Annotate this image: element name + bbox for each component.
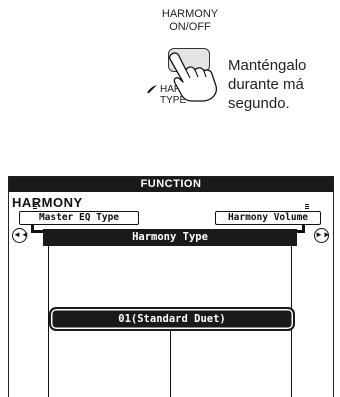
tab-master-eq-type[interactable]: Master EQ Type (19, 211, 139, 225)
rewind-arrow-icon[interactable]: ◄◄ (12, 228, 29, 243)
caption-line-1: HARMONY (161, 8, 219, 20)
brush-stroke-icon (147, 85, 157, 93)
instruction-line-3: segundo. (228, 95, 290, 112)
forward-arrow-icon[interactable]: ►► (314, 228, 331, 243)
pressing-hand-icon (168, 52, 218, 102)
tick-mark-right (305, 204, 309, 209)
caption-line-2: ON/OFF (169, 21, 211, 33)
display-title: HARMONY (12, 195, 83, 210)
harmony-button-caption: HARMONY ON/OFF (140, 8, 240, 34)
tab-harmony-volume[interactable]: Harmony Volume (215, 211, 321, 225)
callout-leader-line (170, 331, 172, 397)
instruction-line-2: durante má (228, 76, 304, 93)
display-header: FUNCTION (9, 177, 333, 192)
lcd-display: FUNCTION HARMONY Master EQ Type Harmony … (8, 176, 334, 397)
tick-mark-left (33, 204, 37, 209)
harmony-type-heading: Harmony Type (43, 229, 297, 246)
instruction-line-1: Manténgalo (228, 57, 307, 74)
instruction-text: Manténgalo durante má segundo. (228, 56, 340, 113)
harmony-type-value[interactable]: 01(Standard Duet) (49, 307, 295, 331)
